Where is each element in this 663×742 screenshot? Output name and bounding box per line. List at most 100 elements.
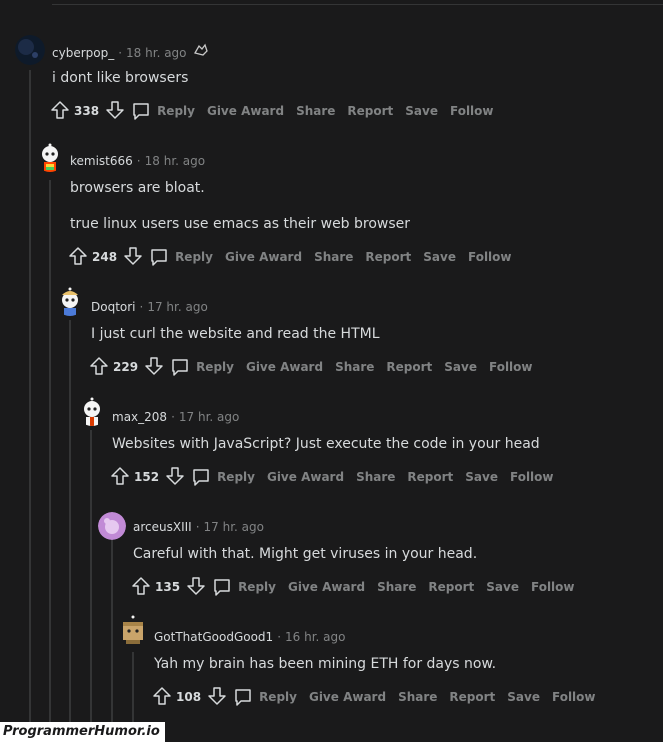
save-button[interactable]: Save <box>423 250 456 264</box>
downvote-arrow-icon[interactable] <box>144 356 164 379</box>
thread-line-1[interactable] <box>29 70 31 742</box>
avatar[interactable] <box>118 614 148 644</box>
thread-line-4[interactable] <box>90 430 92 742</box>
share-button[interactable]: Share <box>335 360 374 374</box>
reply-label: Reply <box>175 250 213 264</box>
timestamp[interactable]: 16 hr. ago <box>285 630 345 644</box>
upvote-arrow-icon[interactable] <box>152 686 172 709</box>
comment-body: Careful with that. Might get viruses in … <box>133 546 478 562</box>
vote-score: 108 <box>176 690 202 704</box>
comment-actions: 229 Reply Give Award Share Report Save Follow <box>89 355 533 379</box>
separator-dot: · <box>195 520 200 534</box>
comment-actions: 152 Reply Give Award Share Report Save Follow <box>110 465 554 489</box>
follow-button[interactable]: Follow <box>489 360 533 374</box>
follow-button[interactable]: Follow <box>531 580 575 594</box>
timestamp[interactable]: 17 hr. ago <box>179 410 239 424</box>
timestamp[interactable]: 18 hr. ago <box>145 154 205 168</box>
give-award-button[interactable]: Give Award <box>267 470 344 484</box>
reply-button[interactable]: Reply <box>212 577 276 597</box>
comment-header: max_208 · 17 hr. ago <box>112 410 239 424</box>
reply-button[interactable]: Reply <box>170 357 234 377</box>
give-award-button[interactable]: Give Award <box>225 250 302 264</box>
author-name[interactable]: GotThatGoodGood1 <box>154 630 273 644</box>
report-button[interactable]: Report <box>407 470 453 484</box>
author-name[interactable]: cyberpop_ <box>52 46 114 60</box>
comment-bubble-icon <box>212 577 238 597</box>
reply-button[interactable]: Reply <box>149 247 213 267</box>
comment-body: Websites with JavaScript? Just execute t… <box>112 436 540 452</box>
downvote-arrow-icon[interactable] <box>207 686 227 709</box>
share-button[interactable]: Share <box>296 104 335 118</box>
snoo-red-avatar-icon <box>84 397 100 426</box>
report-button[interactable]: Report <box>428 580 474 594</box>
avatar[interactable] <box>77 396 107 426</box>
report-button[interactable]: Report <box>365 250 411 264</box>
avatar[interactable] <box>15 35 45 65</box>
avatar[interactable] <box>55 286 85 316</box>
upvote-arrow-icon[interactable] <box>50 100 70 123</box>
save-button[interactable]: Save <box>405 104 438 118</box>
vote-group: 248 <box>68 246 143 269</box>
author-name[interactable]: max_208 <box>112 410 167 424</box>
downvote-arrow-icon[interactable] <box>186 576 206 599</box>
save-button[interactable]: Save <box>444 360 477 374</box>
comment-bubble-icon <box>191 467 217 487</box>
vote-group: 338 <box>50 100 125 123</box>
thread-line-3[interactable] <box>69 320 71 742</box>
avatar[interactable] <box>35 142 65 172</box>
vote-score: 135 <box>155 580 181 594</box>
author-name[interactable]: Doqtori <box>91 300 136 314</box>
share-button[interactable]: Share <box>398 690 437 704</box>
share-button[interactable]: Share <box>314 250 353 264</box>
comment-actions: 135 Reply Give Award Share Report Save Follow <box>131 575 575 599</box>
report-button[interactable]: Report <box>386 360 432 374</box>
follow-button[interactable]: Follow <box>552 690 596 704</box>
report-button[interactable]: Report <box>347 104 393 118</box>
author-name[interactable]: kemist666 <box>70 154 133 168</box>
vote-score: 152 <box>134 470 160 484</box>
follow-button[interactable]: Follow <box>450 104 494 118</box>
upvote-arrow-icon[interactable] <box>89 356 109 379</box>
share-button[interactable]: Share <box>356 470 395 484</box>
vote-group: 135 <box>131 576 206 599</box>
comment-bubble-icon <box>170 357 196 377</box>
thread-line-2[interactable] <box>49 180 51 742</box>
save-button[interactable]: Save <box>465 470 498 484</box>
comment-actions: 108 Reply Give Award Share Report Save Follow <box>152 685 596 709</box>
upvote-arrow-icon[interactable] <box>68 246 88 269</box>
downvote-arrow-icon[interactable] <box>123 246 143 269</box>
give-award-button[interactable]: Give Award <box>246 360 323 374</box>
share-button[interactable]: Share <box>377 580 416 594</box>
give-award-button[interactable]: Give Award <box>288 580 365 594</box>
reply-button[interactable]: Reply <box>131 101 195 121</box>
save-button[interactable]: Save <box>507 690 540 704</box>
follow-button[interactable]: Follow <box>468 250 512 264</box>
avatar[interactable] <box>98 512 126 540</box>
comment-header: kemist666 · 18 hr. ago <box>70 154 205 168</box>
reply-button[interactable]: Reply <box>233 687 297 707</box>
timestamp[interactable]: 17 hr. ago <box>147 300 207 314</box>
vote-score: 229 <box>113 360 139 374</box>
upvote-arrow-icon[interactable] <box>131 576 151 599</box>
give-award-button[interactable]: Give Award <box>309 690 386 704</box>
report-button[interactable]: Report <box>449 690 495 704</box>
give-award-button[interactable]: Give Award <box>207 104 284 118</box>
save-button[interactable]: Save <box>486 580 519 594</box>
watermark: ProgrammerHumor.io <box>0 722 165 742</box>
timestamp[interactable]: 18 hr. ago <box>126 46 186 60</box>
default-purple-avatar-icon <box>98 512 126 540</box>
upvote-arrow-icon[interactable] <box>110 466 130 489</box>
downvote-arrow-icon[interactable] <box>165 466 185 489</box>
follow-button[interactable]: Follow <box>510 470 554 484</box>
top-divider <box>52 4 663 5</box>
vote-group: 152 <box>110 466 185 489</box>
snoo-box-avatar-icon <box>123 615 143 644</box>
thread-line-5[interactable] <box>111 540 113 742</box>
timestamp[interactable]: 17 hr. ago <box>204 520 264 534</box>
comment-header: cyberpop_ · 18 hr. ago <box>52 43 209 60</box>
reply-button[interactable]: Reply <box>191 467 255 487</box>
separator-dot: · <box>139 300 144 314</box>
author-name[interactable]: arceusXIII <box>133 520 192 534</box>
downvote-arrow-icon[interactable] <box>105 100 125 123</box>
separator-dot: · <box>171 410 175 424</box>
